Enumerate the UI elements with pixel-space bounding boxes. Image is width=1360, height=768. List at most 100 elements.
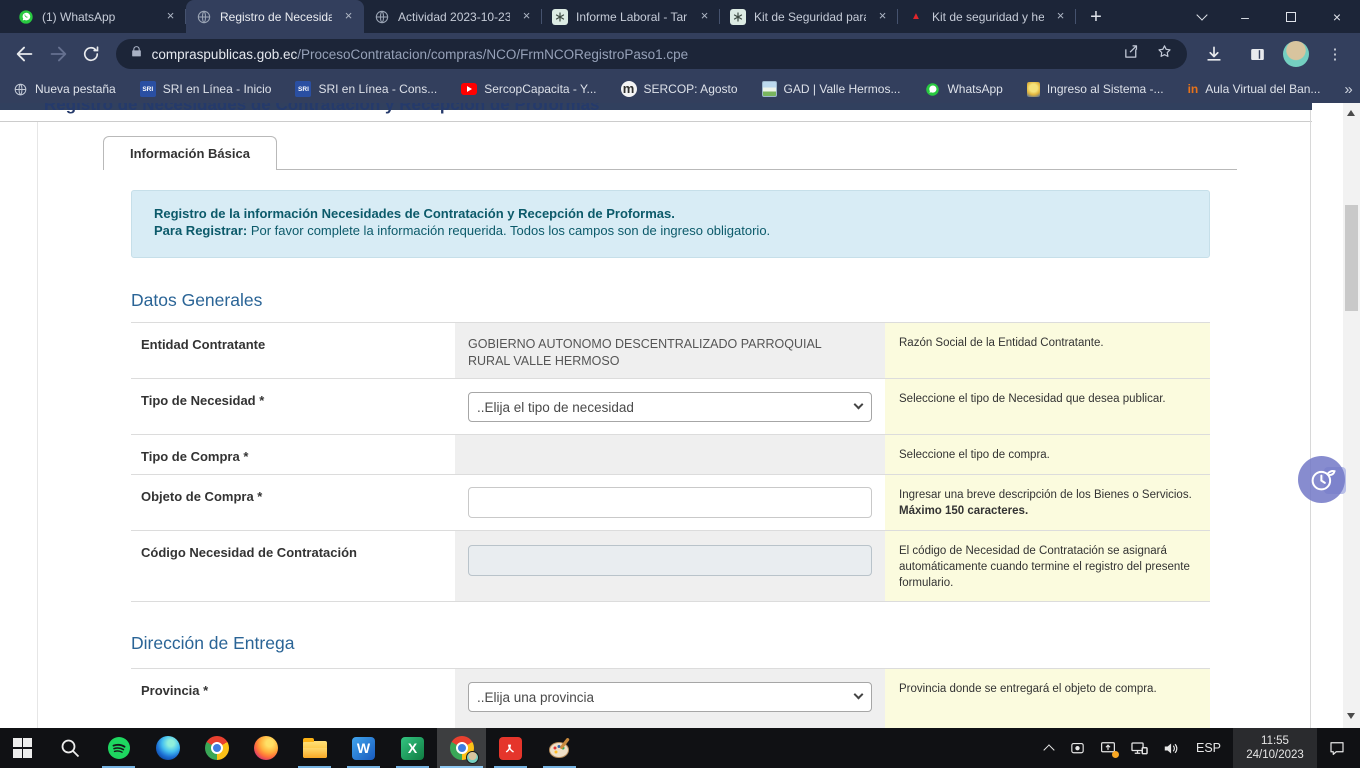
close-icon[interactable]: × xyxy=(696,8,713,25)
address-bar[interactable]: compraspublicas.gob.ec/ProcesoContrataci… xyxy=(116,39,1187,69)
field-help: Provincia donde se entregará el objeto d… xyxy=(885,669,1210,728)
close-icon[interactable]: × xyxy=(162,8,179,25)
web-page-content: Registro de Necesidades de Contratación … xyxy=(0,103,1360,728)
whatsapp-favicon xyxy=(18,9,34,25)
tab-title: Kit de Seguridad para xyxy=(754,10,866,24)
share-icon[interactable] xyxy=(1123,43,1140,65)
close-icon[interactable]: × xyxy=(874,8,891,25)
bookmark-sri-inicio[interactable]: SRISRI en Línea - Inicio xyxy=(140,81,272,97)
maximize-button[interactable] xyxy=(1268,0,1314,33)
tray-chevron-up-icon[interactable] xyxy=(1043,744,1054,755)
bookmark-label: SERCOP: Agosto xyxy=(644,82,738,96)
browser-menu-icon[interactable]: ⋮ xyxy=(1318,37,1352,71)
side-panel-icon[interactable] xyxy=(1240,37,1274,71)
gad-emblem-icon xyxy=(762,81,777,97)
tab-actividad[interactable]: Actividad 2023-10-23 × xyxy=(364,0,542,33)
tab-informacion-basica[interactable]: Información Básica xyxy=(103,136,277,170)
bookmark-ingreso-sistema[interactable]: Ingreso al Sistema -... xyxy=(1027,82,1164,97)
bookmark-gad-valle-hermoso[interactable]: GAD | Valle Hermos... xyxy=(762,81,901,97)
globe-favicon xyxy=(374,9,390,25)
info-line-1: Registro de la información Necesidades d… xyxy=(154,206,675,221)
clock-date-tray[interactable]: 11:55 24/10/2023 xyxy=(1233,728,1317,768)
minimize-button[interactable]: – xyxy=(1222,0,1268,33)
taskbar-search-button[interactable] xyxy=(45,728,94,768)
spotify-icon xyxy=(107,736,131,760)
clock-icon xyxy=(1298,456,1345,503)
reload-button[interactable] xyxy=(74,37,107,71)
taskbar-edge-button[interactable] xyxy=(143,728,192,768)
screen-record-tray-icon[interactable] xyxy=(1069,740,1086,757)
taskbar-paint-button[interactable] xyxy=(535,728,584,768)
taskbar-excel-button[interactable]: X xyxy=(388,728,437,768)
field-label: Tipo de Necesidad * xyxy=(131,379,455,434)
row-codigo-necesidad: Código Necesidad de Contratación El códi… xyxy=(131,531,1210,602)
bookmark-sri-consultas[interactable]: SRISRI en Línea - Cons... xyxy=(295,81,437,97)
bookmark-label: SercopCapacita - Y... xyxy=(484,82,596,96)
search-icon xyxy=(58,736,82,760)
bookmarks-overflow-chevron[interactable]: » xyxy=(1344,81,1352,98)
page-scrollbar[interactable] xyxy=(1343,103,1360,728)
close-icon[interactable]: × xyxy=(340,8,357,25)
scrollbar-thumb[interactable] xyxy=(1345,205,1358,311)
tray-time: 11:55 xyxy=(1261,734,1289,748)
bookmark-whatsapp[interactable]: WhatsApp xyxy=(924,81,1002,97)
taskbar-explorer-button[interactable] xyxy=(290,728,339,768)
action-center-icon[interactable] xyxy=(1328,739,1346,757)
provincia-select[interactable]: ..Elija una provincia xyxy=(468,682,872,712)
edge-icon xyxy=(156,736,180,760)
taskbar-firefox-button[interactable] xyxy=(241,728,290,768)
tab-search-chevron-icon[interactable] xyxy=(1182,0,1222,33)
network-tray-icon[interactable] xyxy=(1130,739,1149,758)
bookmark-aula-virtual[interactable]: inAula Virtual del Ban... xyxy=(1188,82,1321,96)
tab-registro-necesidades[interactable]: Registro de Necesida × xyxy=(186,0,364,33)
close-icon[interactable]: × xyxy=(518,8,535,25)
row-tipo-compra: Tipo de Compra * Seleccione el tipo de c… xyxy=(131,435,1210,475)
close-window-button[interactable]: × xyxy=(1314,0,1360,33)
field-label: Provincia * xyxy=(131,669,455,728)
scroll-down-arrow[interactable] xyxy=(1347,713,1355,719)
floating-timer-widget[interactable] xyxy=(1298,456,1345,503)
bookmark-label: GAD | Valle Hermos... xyxy=(784,82,901,96)
forward-button[interactable] xyxy=(41,37,74,71)
downloads-icon[interactable] xyxy=(1197,37,1231,71)
start-button[interactable] xyxy=(0,728,45,768)
taskbar-chrome-button[interactable] xyxy=(192,728,241,768)
moodle-icon: m xyxy=(621,81,637,97)
chrome-icon xyxy=(205,736,229,760)
scroll-up-arrow[interactable] xyxy=(1347,110,1355,116)
sri-icon: SRI xyxy=(295,81,311,97)
taskbar-word-button[interactable]: W xyxy=(339,728,388,768)
bookmark-sercop-agosto[interactable]: m SERCOP: Agosto xyxy=(621,81,738,97)
field-label: Objeto de Compra * xyxy=(131,475,455,530)
row-entidad-contratante: Entidad Contratante GOBIERNO AUTONOMO DE… xyxy=(131,323,1210,379)
browser-toolbar: compraspublicas.gob.ec/ProcesoContrataci… xyxy=(0,33,1360,75)
bookmark-nueva-pestana[interactable]: Nueva pestaña xyxy=(12,81,116,97)
new-tab-button[interactable]: + xyxy=(1082,3,1110,31)
close-icon[interactable]: × xyxy=(1052,8,1069,25)
taskbar-chrome-active-button[interactable] xyxy=(437,728,486,768)
screen-share-tray-icon[interactable] xyxy=(1099,739,1117,757)
tipo-necesidad-select[interactable]: ..Elija el tipo de necesidad xyxy=(468,392,872,422)
tab-whatsapp[interactable]: (1) WhatsApp × xyxy=(8,0,186,33)
bookmark-sercopcapacita[interactable]: SercopCapacita - Y... xyxy=(461,82,596,96)
field-label: Tipo de Compra * xyxy=(131,435,455,474)
aula-virtual-icon: in xyxy=(1188,82,1199,96)
taskbar-acrobat-button[interactable] xyxy=(486,728,535,768)
objeto-compra-input[interactable] xyxy=(468,487,872,518)
tab-kit-seguridad-1[interactable]: Kit de Seguridad para × xyxy=(720,0,898,33)
volume-tray-icon[interactable] xyxy=(1162,739,1181,758)
tab-kit-seguridad-2[interactable]: ▲ Kit de seguridad y he × xyxy=(898,0,1076,33)
acrobat-icon xyxy=(499,737,522,760)
section-title-direccion-entrega: Dirección de Entrega xyxy=(131,633,294,654)
field-help: Ingresar una breve descripción de los Bi… xyxy=(885,475,1210,530)
bookmark-star-icon[interactable] xyxy=(1156,43,1173,65)
profile-avatar[interactable] xyxy=(1283,41,1309,67)
tab-title: Actividad 2023-10-23 xyxy=(398,10,510,24)
direccion-entrega-table: Provincia * ..Elija una provincia Provin… xyxy=(131,668,1210,728)
globe-icon xyxy=(12,81,28,97)
section-title-datos-generales: Datos Generales xyxy=(131,290,262,311)
tab-informe-laboral[interactable]: Informe Laboral - Tar × xyxy=(542,0,720,33)
language-indicator[interactable]: ESP xyxy=(1196,741,1221,755)
taskbar-spotify-button[interactable] xyxy=(94,728,143,768)
back-button[interactable] xyxy=(8,37,41,71)
